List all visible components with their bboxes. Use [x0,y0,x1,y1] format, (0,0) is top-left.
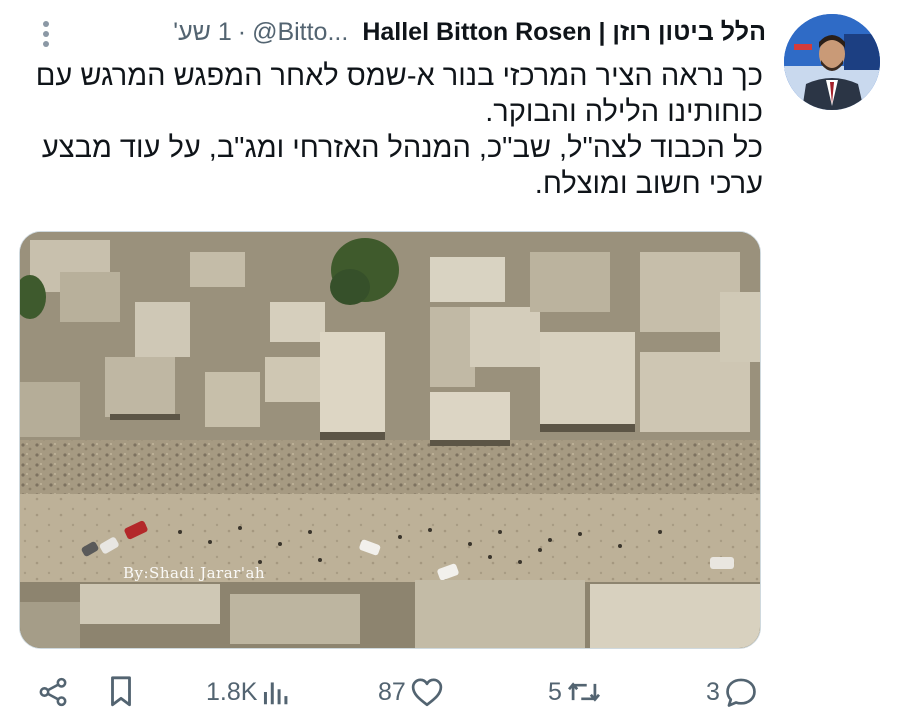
likes-count: 87 [378,677,406,706]
heart-icon [411,678,443,707]
views-count: 1.8K [206,677,258,706]
tweet-text-line: כל הכבוד לצה"ל, שב"כ, המנהל האזרחי ומג"ב… [41,132,763,200]
aerial-photo [20,232,760,648]
share-button[interactable] [36,668,70,716]
more-vertical-icon [43,21,49,47]
more-button[interactable] [34,20,58,48]
like-button[interactable]: 87 [378,668,444,716]
tweet-media-photo[interactable]: By:Shadi Jarar'ah [19,231,761,649]
views-icon [264,682,288,705]
photo-watermark: By:Shadi Jarar'ah [123,564,266,582]
meta-separator: · [237,17,247,46]
avatar-image [784,14,880,110]
tweet-text-line: כך נראה הציר המרכזי בנור א-שמס לאחר המפג… [35,60,763,128]
author-name-separator: | [598,17,606,46]
author-handle[interactable]: @Bitto... [252,18,348,47]
repost-button[interactable]: 5 [548,668,602,716]
tweet-meta: 1 שע' · @Bitto... [173,18,348,47]
tweet-header: 1 שע' · @Bitto... Hallel Bitton Rosen | … [18,14,766,50]
share-icon [39,677,67,707]
bookmark-icon [111,676,131,707]
author-name-english: Hallel Bitton Rosen [362,17,592,46]
views-button[interactable]: 1.8K [206,668,289,716]
bookmark-button[interactable] [106,668,136,716]
reposts-count: 5 [548,677,562,706]
tweet-text: כך נראה הציר המרכזי בנור א-שמס לאחר המפג… [18,58,763,202]
reply-icon [726,678,756,707]
author-name[interactable]: Hallel Bitton Rosen | הלל ביטון רוזן [362,18,766,47]
avatar[interactable] [784,14,880,110]
author-name-hebrew: הלל ביטון רוזן [612,17,766,46]
tweet-time[interactable]: 1 שע' [173,18,231,47]
tweet-actions: 1.8K 87 5 3 [18,668,768,716]
reply-button[interactable]: 3 [706,668,758,716]
repost-icon [567,682,600,702]
replies-count: 3 [706,677,720,706]
